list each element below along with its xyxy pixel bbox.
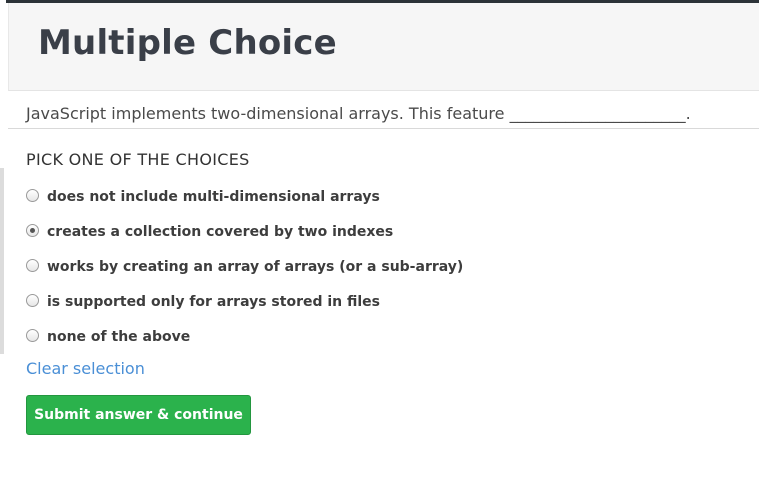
page-title: Multiple Choice — [38, 23, 337, 63]
choice-label: is supported only for arrays stored in f… — [47, 294, 381, 310]
clear-selection-link[interactable]: Clear selection — [26, 359, 145, 378]
choice-label: none of the above — [47, 329, 191, 345]
question-divider — [8, 128, 759, 129]
choice-label: does not include multi-dimensional array… — [47, 189, 380, 205]
app-frame: Multiple Choice JavaScript implements tw… — [0, 0, 759, 484]
choice-option-5[interactable]: none of the above — [26, 326, 463, 361]
left-border — [0, 0, 6, 484]
radio-button[interactable] — [26, 189, 39, 202]
choice-option-3[interactable]: works by creating an array of arrays (or… — [26, 256, 463, 291]
radio-button[interactable] — [26, 329, 39, 342]
choice-option-1[interactable]: does not include multi-dimensional array… — [26, 186, 463, 221]
page-header: Multiple Choice — [8, 3, 759, 91]
radio-button[interactable] — [26, 259, 39, 272]
submit-button[interactable]: Submit answer & continue — [26, 395, 251, 435]
left-accent-bar — [0, 168, 4, 354]
choices-heading: PICK ONE OF THE CHOICES — [26, 150, 250, 169]
question-text: JavaScript implements two-dimensional ar… — [26, 104, 691, 123]
choice-option-2[interactable]: creates a collection covered by two inde… — [26, 221, 463, 256]
radio-button[interactable] — [26, 224, 39, 237]
choice-label: creates a collection covered by two inde… — [47, 224, 394, 240]
choice-list: does not include multi-dimensional array… — [26, 186, 463, 361]
choice-label: works by creating an array of arrays (or… — [47, 259, 464, 275]
radio-button[interactable] — [26, 294, 39, 307]
choice-option-4[interactable]: is supported only for arrays stored in f… — [26, 291, 463, 326]
